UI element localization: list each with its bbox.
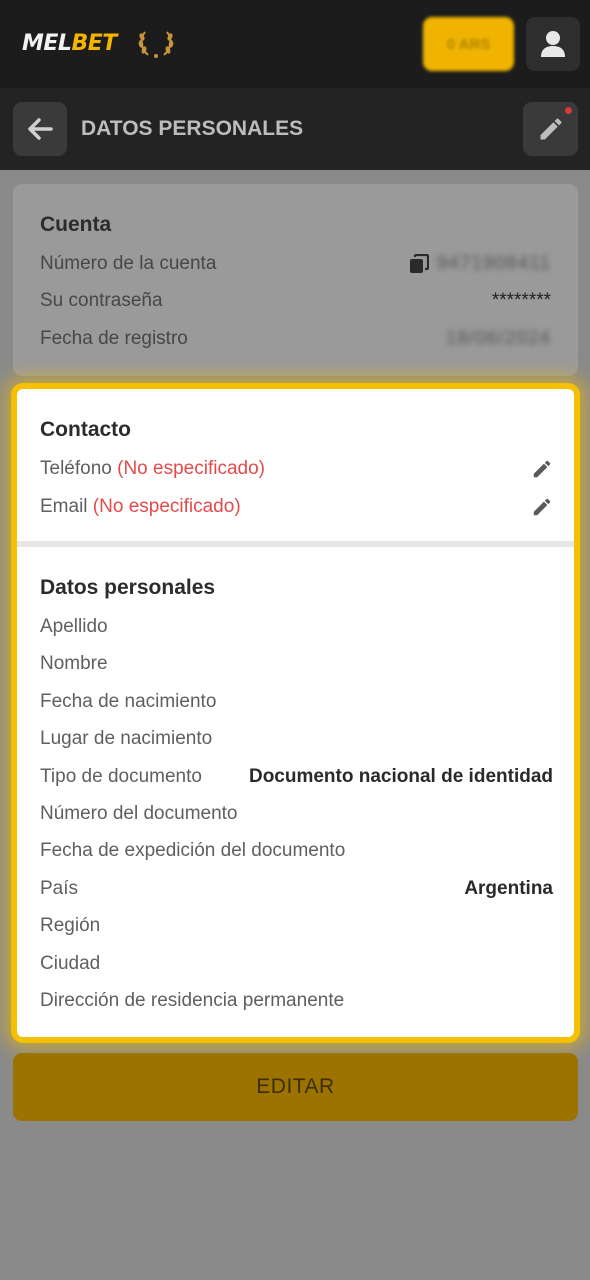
personal-field-row: Apellido xyxy=(40,614,553,640)
account-title: Cuenta xyxy=(40,213,112,236)
personal-field-label: Apellido xyxy=(40,616,108,637)
registration-date-value: 18/06/2024 xyxy=(445,328,551,349)
personal-field-row: País Argentina xyxy=(40,876,553,902)
balance-text: 0 ARS xyxy=(446,35,491,53)
registration-date-label: Fecha de registro xyxy=(40,328,188,349)
email-label: Email xyxy=(40,496,88,517)
personal-field-row: Número del documento xyxy=(40,801,553,827)
page-title: DATOS PERSONALES xyxy=(81,117,304,140)
personal-field-row: Fecha de expedición del documento xyxy=(40,838,553,864)
account-number-value: 9471908411 xyxy=(436,253,551,274)
balance-button[interactable]: 0 ARS xyxy=(423,17,514,71)
password-value: ******** xyxy=(491,290,551,311)
melbet-logo[interactable]: MELBET xyxy=(22,30,117,58)
profile-button[interactable] xyxy=(526,17,580,71)
personal-field-row: Fecha de nacimiento xyxy=(40,689,553,715)
account-card: Cuenta Número de la cuenta 9471908411 Su… xyxy=(13,184,578,376)
password-label: Su contraseña xyxy=(40,290,163,311)
personal-field-label: Tipo de documento xyxy=(40,765,202,787)
edit-email-pencil-icon[interactable] xyxy=(531,496,553,518)
contact-title: Contacto xyxy=(40,418,131,441)
personal-field-label: Lugar de nacimiento xyxy=(40,728,213,750)
personal-data-card: Datos personales Apellido Nombre Fecha de … xyxy=(17,547,574,1037)
edit-button-label: EDITAR xyxy=(256,1075,335,1098)
email-row[interactable]: Email (No especificado) xyxy=(40,494,553,520)
personal-field-row: Tipo de documento Documento nacional de i… xyxy=(40,764,553,790)
personal-field-row: Región xyxy=(40,913,553,939)
personal-field-row: Nombre xyxy=(40,651,553,677)
personal-field-label: Fecha de nacimiento xyxy=(40,690,217,712)
phone-status: (No especificado) xyxy=(117,458,265,479)
highlighted-section: Contacto Teléfono (No especificado) Emai… xyxy=(11,383,580,1043)
phone-label: Teléfono xyxy=(40,458,112,479)
top-app-bar: MELBET 0 ARS xyxy=(0,0,590,88)
contact-card: Contacto Teléfono (No especificado) Emai… xyxy=(17,389,574,541)
personal-field-label: Nombre xyxy=(40,653,108,675)
personal-field-label: Ciudad xyxy=(40,952,101,974)
personal-data-title: Datos personales xyxy=(40,576,216,599)
personal-field-value: Documento nacional de identidad xyxy=(248,765,553,787)
account-number-label: Número de la cuenta xyxy=(40,253,217,274)
phone-row[interactable]: Teléfono (No especificado) xyxy=(40,456,553,482)
personal-field-label: Región xyxy=(40,915,101,937)
user-icon xyxy=(541,31,565,57)
laurel-icon xyxy=(138,31,174,58)
personal-field-row: Lugar de nacimiento xyxy=(40,726,553,752)
personal-field-value: Argentina xyxy=(464,877,553,899)
personal-field-label: País xyxy=(40,877,79,899)
personal-field-row: Ciudad xyxy=(40,951,553,977)
arrow-left-icon xyxy=(28,118,53,140)
edit-button[interactable]: EDITAR xyxy=(13,1053,578,1121)
pencil-icon xyxy=(540,118,562,140)
notification-dot xyxy=(565,107,572,114)
header-edit-button[interactable] xyxy=(523,102,578,156)
edit-phone-pencil-icon[interactable] xyxy=(531,458,553,480)
personal-field-row: Dirección de residencia permanente xyxy=(40,988,553,1014)
logo-text-bet: BET xyxy=(71,31,117,56)
personal-field-label: Dirección de residencia permanente xyxy=(40,990,345,1011)
logo-text-mel: MEL xyxy=(22,31,72,56)
back-button[interactable] xyxy=(13,102,67,156)
email-status: (No especificado) xyxy=(92,496,241,517)
personal-field-label: Fecha de expedición del documento xyxy=(40,840,346,862)
personal-field-label: Número del documento xyxy=(40,803,238,824)
page-header: DATOS PERSONALES xyxy=(0,88,590,170)
copy-icon[interactable] xyxy=(409,254,429,274)
